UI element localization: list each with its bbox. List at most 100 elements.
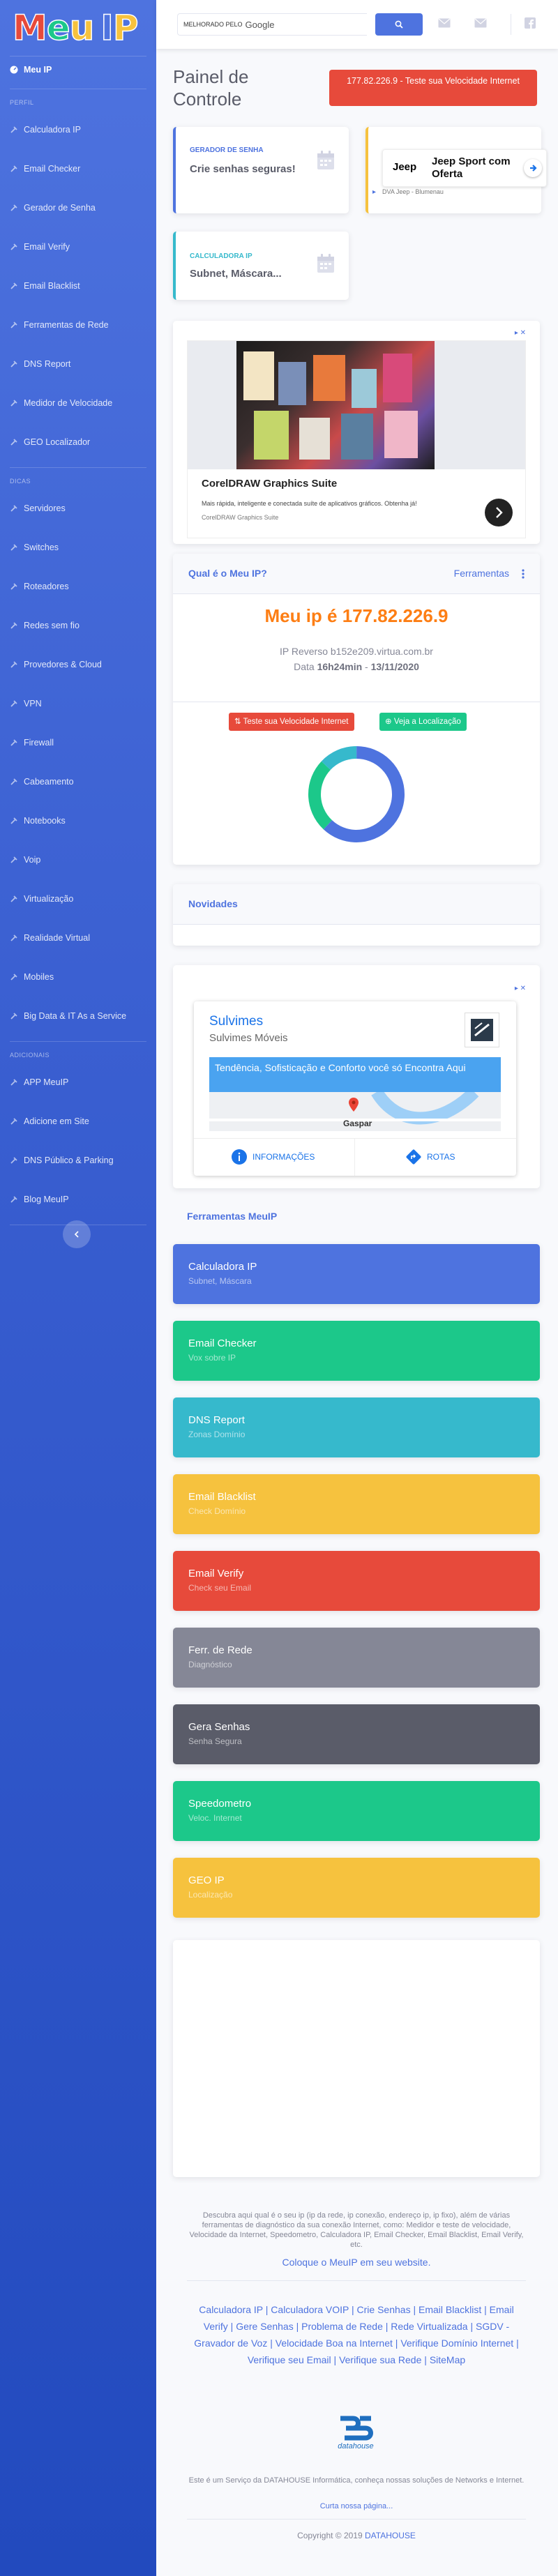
tool-card-dns-report[interactable]: DNS Report Zonas Domínio — [173, 1397, 540, 1457]
tool-card-gera-senhas[interactable]: Gera Senhas Senha Segura — [173, 1704, 540, 1764]
speed-test-inline-button[interactable]: ⇅ Teste sua Velocidade Internet — [229, 713, 354, 731]
sidebar-item-roteadores[interactable]: Roteadores — [0, 567, 156, 606]
sidebar-item-vpn[interactable]: VPN — [0, 684, 156, 723]
sidebar-item-dns-publico-parking[interactable]: DNS Público & Parking — [0, 1141, 156, 1180]
footer-link-verifique-dominio-internet[interactable]: Verifique Domínio Internet — [400, 2338, 513, 2349]
footer-link-verifique-sua-rede[interactable]: Verifique sua Rede — [339, 2354, 421, 2365]
sidebar-item-cabeamento[interactable]: Cabeamento — [0, 762, 156, 801]
datahouse-wordmark: datahouse — [338, 2442, 374, 2450]
cog-icon — [10, 1013, 17, 1020]
ad-banner: Tendência, Sofisticação e Conforto você … — [209, 1057, 501, 1092]
ad-info-button[interactable]: INFORMAÇÕES — [232, 1149, 315, 1165]
sidebar-item-virtualizacao[interactable]: Virtualização — [0, 879, 156, 918]
footer-link-gere-senhas[interactable]: Gere Senhas — [236, 2321, 294, 2332]
footer-link-email-blacklist[interactable]: Email Blacklist — [418, 2304, 481, 2315]
envelope-icon[interactable] — [438, 18, 451, 28]
footer-link-rede-virtualizada[interactable]: Rede Virtualizada — [391, 2321, 467, 2332]
sidebar-item-switches[interactable]: Switches — [0, 528, 156, 567]
footer-link-crie-senhas[interactable]: Crie Senhas — [357, 2304, 411, 2315]
ip-headline: Meu ip é 177.82.226.9 — [264, 605, 448, 626]
location-button[interactable]: ⊕ Veja a Localização — [379, 713, 467, 731]
footer-about: Este é um Serviço da DATAHOUSE Informáti… — [188, 2476, 525, 2485]
cog-icon — [10, 973, 17, 980]
sidebar-item-dns-report[interactable]: DNS Report — [0, 344, 156, 384]
footer-cta-link[interactable]: Coloque o MeuIP em seu website. — [187, 2257, 526, 2268]
tool-card-email-checker[interactable]: Email Checker Vox sobre IP — [173, 1321, 540, 1381]
ad-jeep[interactable]: Jeep Jeep Sport com Oferta DVA Jeep - Bl… — [365, 127, 547, 213]
sidebar-item-mobiles[interactable]: Mobiles — [0, 957, 156, 997]
link-separator: | — [513, 2338, 519, 2349]
sidebar-item-calculadora-ip[interactable]: Calculadora IP — [0, 110, 156, 149]
sidebar-item-email-verify[interactable]: Email Verify — [0, 227, 156, 266]
sidebar-item-medidor-de-velocidade[interactable]: Medidor de Velocidade — [0, 384, 156, 423]
footer-link-sitemap[interactable]: SiteMap — [430, 2354, 465, 2365]
search-button[interactable] — [375, 13, 423, 36]
sidebar-item-redes-sem-fio[interactable]: Redes sem fio — [0, 606, 156, 645]
footer-divider — [187, 2519, 526, 2520]
ad-choices-icon[interactable]: ▸ ✕ — [515, 985, 526, 992]
ad-go-button[interactable] — [485, 499, 513, 526]
ad-choices-icon[interactable]: ▸ ✕ — [515, 329, 526, 337]
datahouse-logo[interactable]: datahouse — [328, 2414, 384, 2450]
mail-icon[interactable] — [474, 18, 487, 28]
meuip-logo[interactable]: Meu IP — [0, 0, 156, 56]
footer-link-problema-de-rede[interactable]: Problema de Rede — [301, 2321, 383, 2332]
link-separator: | — [392, 2338, 401, 2349]
sidebar-item-big-data-it-as-a-service[interactable]: Big Data & IT As a Service — [0, 997, 156, 1036]
ad-sulvimes-card: Sulvimes Sulvimes Móveis Tendência, Sofi… — [173, 965, 540, 1188]
tools-dropdown-link[interactable]: Ferramentas — [454, 568, 509, 579]
sidebar-toggle-button[interactable] — [63, 1220, 91, 1248]
reverse-ip: IP Reverso b152e209.virtua.com.br — [280, 646, 433, 657]
sidebar-item-provedores-cloud[interactable]: Provedores & Cloud — [0, 645, 156, 684]
sidebar-item-gerador-de-senha[interactable]: Gerador de Senha — [0, 188, 156, 227]
ad-choices-icon[interactable]: ▸ — [372, 188, 376, 196]
tool-card-email-blacklist[interactable]: Email Blacklist Check Domínio — [173, 1474, 540, 1534]
copyright-brand-link[interactable]: DATAHOUSE — [365, 2531, 416, 2540]
chevron-left-icon — [74, 1231, 79, 1238]
tool-sub: Localização — [188, 1890, 233, 1900]
stat-card-gerador-senha[interactable]: GERADOR DE SENHA Crie senhas seguras! — [173, 127, 349, 213]
tool-card-calculadora-ip[interactable]: Calculadora IP Subnet, Máscara — [173, 1244, 540, 1304]
sidebar-item-voip[interactable]: Voip — [0, 840, 156, 879]
tool-card-geo-ip[interactable]: GEO IP Localização — [173, 1858, 540, 1918]
ad-map[interactable]: Gaspar — [209, 1092, 501, 1131]
tool-sub: Senha Segura — [188, 1736, 242, 1746]
sidebar-item-notebooks[interactable]: Notebooks — [0, 801, 156, 840]
speed-test-button[interactable]: 177.82.226.9 - Teste sua Velocidade Inte… — [329, 70, 537, 106]
ad-jeep-box[interactable]: Jeep Jeep Sport com Oferta DVA Jeep - Bl… — [382, 149, 547, 187]
tool-card-speedometro[interactable]: Speedometro Veloc. Internet — [173, 1781, 540, 1841]
sidebar-item-adicione-em-site[interactable]: Adicione em Site — [0, 1102, 156, 1141]
datahouse-logo-icon — [340, 2416, 373, 2441]
sidebar-item-email-checker[interactable]: Email Checker — [0, 149, 156, 188]
footer-link-velocidade-boa-na-internet[interactable]: Velocidade Boa na Internet — [276, 2338, 393, 2349]
footer-link-verifique-seu-email[interactable]: Verifique seu Email — [248, 2354, 331, 2365]
sidebar-item-app-meuip[interactable]: APP MeuIP — [0, 1063, 156, 1102]
footer-link-calculadora-ip[interactable]: Calculadora IP — [199, 2304, 263, 2315]
sidebar-item-servidores[interactable]: Servidores — [0, 489, 156, 528]
facebook-icon[interactable] — [525, 17, 536, 29]
tool-card-ferr-de-rede[interactable]: Ferr. de Rede Diagnóstico — [173, 1628, 540, 1688]
ellipsis-vertical-icon[interactable] — [522, 569, 525, 579]
stat-card-calculadora-ip[interactable]: CALCULADORA IP Subnet, Máscara... — [173, 232, 349, 300]
sidebar-item-label: Cabeamento — [24, 777, 74, 787]
ad-sulvimes[interactable]: Sulvimes Sulvimes Móveis Tendência, Sofi… — [194, 1001, 516, 1176]
tool-card-email-verify[interactable]: Email Verify Check seu Email — [173, 1551, 540, 1611]
footer-link-calculadora-voip[interactable]: Calculadora VOIP — [271, 2304, 349, 2315]
sulvimes-logo-icon — [471, 1019, 493, 1041]
sidebar-item-email-blacklist[interactable]: Email Blacklist — [0, 266, 156, 305]
ad-routes-button[interactable]: ROTAS — [406, 1149, 455, 1165]
sidebar-item-geo-localizador[interactable]: GEO Localizador — [0, 423, 156, 462]
sidebar-item-blog-meuip[interactable]: Blog MeuIP — [0, 1180, 156, 1219]
sidebar-item-meu-ip[interactable]: Meu IP — [0, 56, 156, 83]
plus-icon — [10, 1079, 17, 1086]
cog-icon — [10, 544, 17, 551]
ad-go-button[interactable] — [524, 159, 542, 177]
sidebar-item-realidade-virtual[interactable]: Realidade Virtual — [0, 918, 156, 957]
sidebar-item-label: Meu IP — [24, 65, 52, 75]
footer-page-link[interactable]: Curta nossa página... — [187, 2501, 526, 2512]
ad-corel[interactable]: CorelDRAW Graphics Suite Mais rápida, in… — [187, 340, 526, 538]
tool-sub: Check seu Email — [188, 1583, 252, 1593]
sidebar-item-ferramentas-de-rede[interactable]: Ferramentas de Rede — [0, 305, 156, 344]
sidebar-item-firewall[interactable]: Firewall — [0, 723, 156, 762]
search-input[interactable]: MELHORADO PELO Google — [177, 13, 367, 36]
